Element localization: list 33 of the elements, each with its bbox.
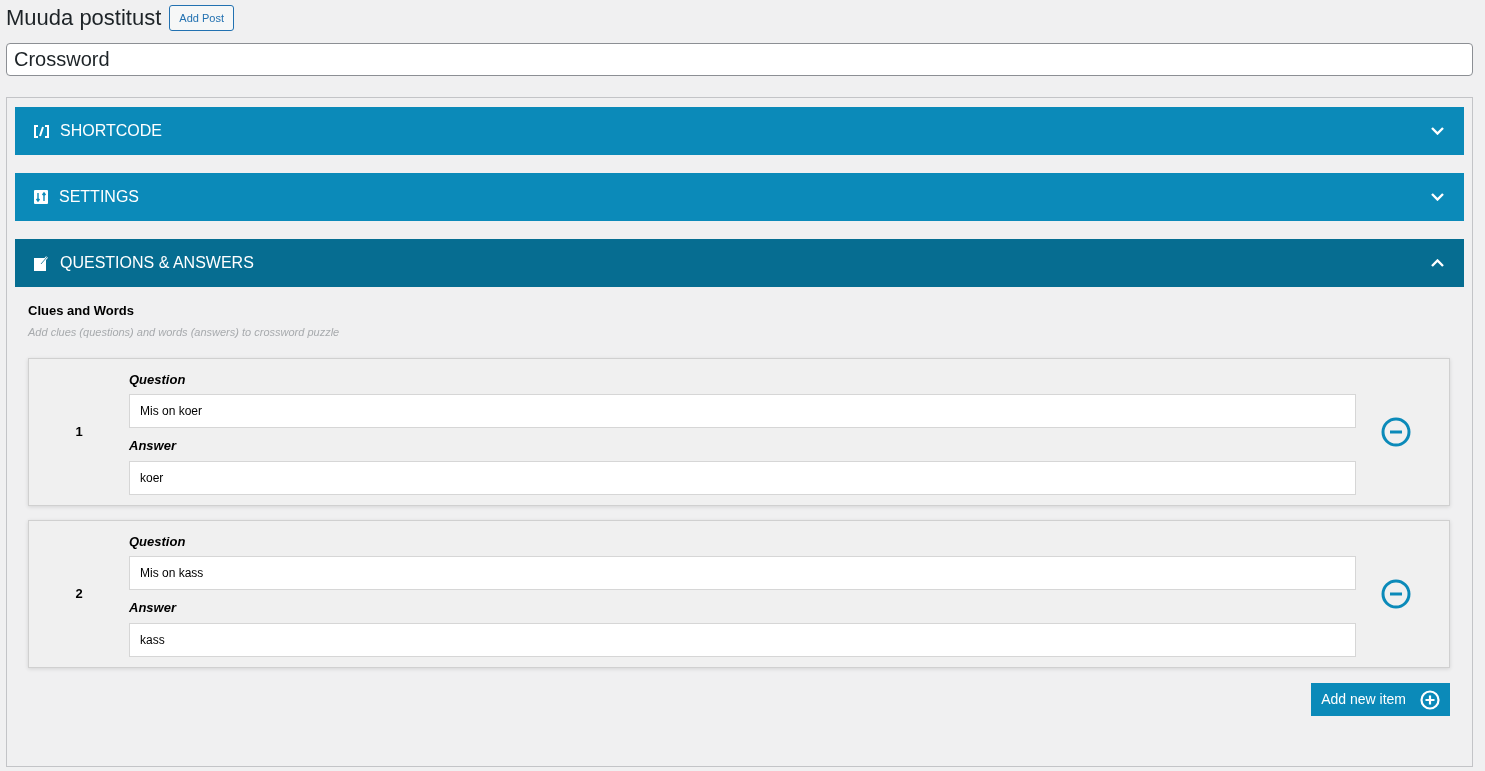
- remove-icon: [1381, 579, 1411, 609]
- plus-circle-icon: [1420, 689, 1440, 710]
- settings-icon: [34, 190, 48, 204]
- chevron-down-icon: [1431, 127, 1444, 135]
- question-label: Question: [129, 532, 187, 551]
- section-title: SETTINGS: [59, 187, 139, 207]
- remove-button[interactable]: [1381, 579, 1411, 609]
- question-field[interactable]: Mis on kass: [129, 556, 1356, 590]
- question-label: Question: [129, 370, 187, 389]
- section-title: QUESTIONS & ANSWERS: [60, 253, 254, 273]
- section-header[interactable]: SETTINGS: [15, 173, 1464, 221]
- section-title: SHORTCODE: [60, 121, 162, 141]
- title-field[interactable]: Crossword: [6, 43, 1473, 76]
- section-header[interactable]: SHORTCODE: [15, 107, 1464, 155]
- clues-description: Add clues (questions) and words (answers) to crossword puzzle: [28, 324, 341, 340]
- clue-number: 1: [74, 423, 84, 442]
- page-title: Muuda postitust: [6, 7, 162, 29]
- chevron-down-icon: [1431, 193, 1444, 201]
- remove-icon: [1381, 417, 1411, 447]
- answer-label: Answer: [129, 599, 178, 617]
- chevron-up-icon: [1431, 259, 1444, 267]
- edit-icon: [34, 255, 49, 271]
- clue-number: 2: [74, 585, 84, 604]
- question-field[interactable]: Mis on koer: [129, 394, 1356, 428]
- code-icon: [34, 124, 49, 138]
- answer-field[interactable]: kass: [129, 622, 1356, 657]
- section-header[interactable]: QUESTIONS & ANSWERS: [15, 239, 1464, 287]
- add-item-button[interactable]: Add new item: [1311, 683, 1450, 716]
- remove-button[interactable]: [1381, 417, 1411, 447]
- add-post-button[interactable]: Add Post: [169, 5, 234, 31]
- answer-field[interactable]: koer: [129, 460, 1356, 495]
- answer-label: Answer: [129, 437, 178, 455]
- clues-heading: Clues and Words: [28, 302, 135, 320]
